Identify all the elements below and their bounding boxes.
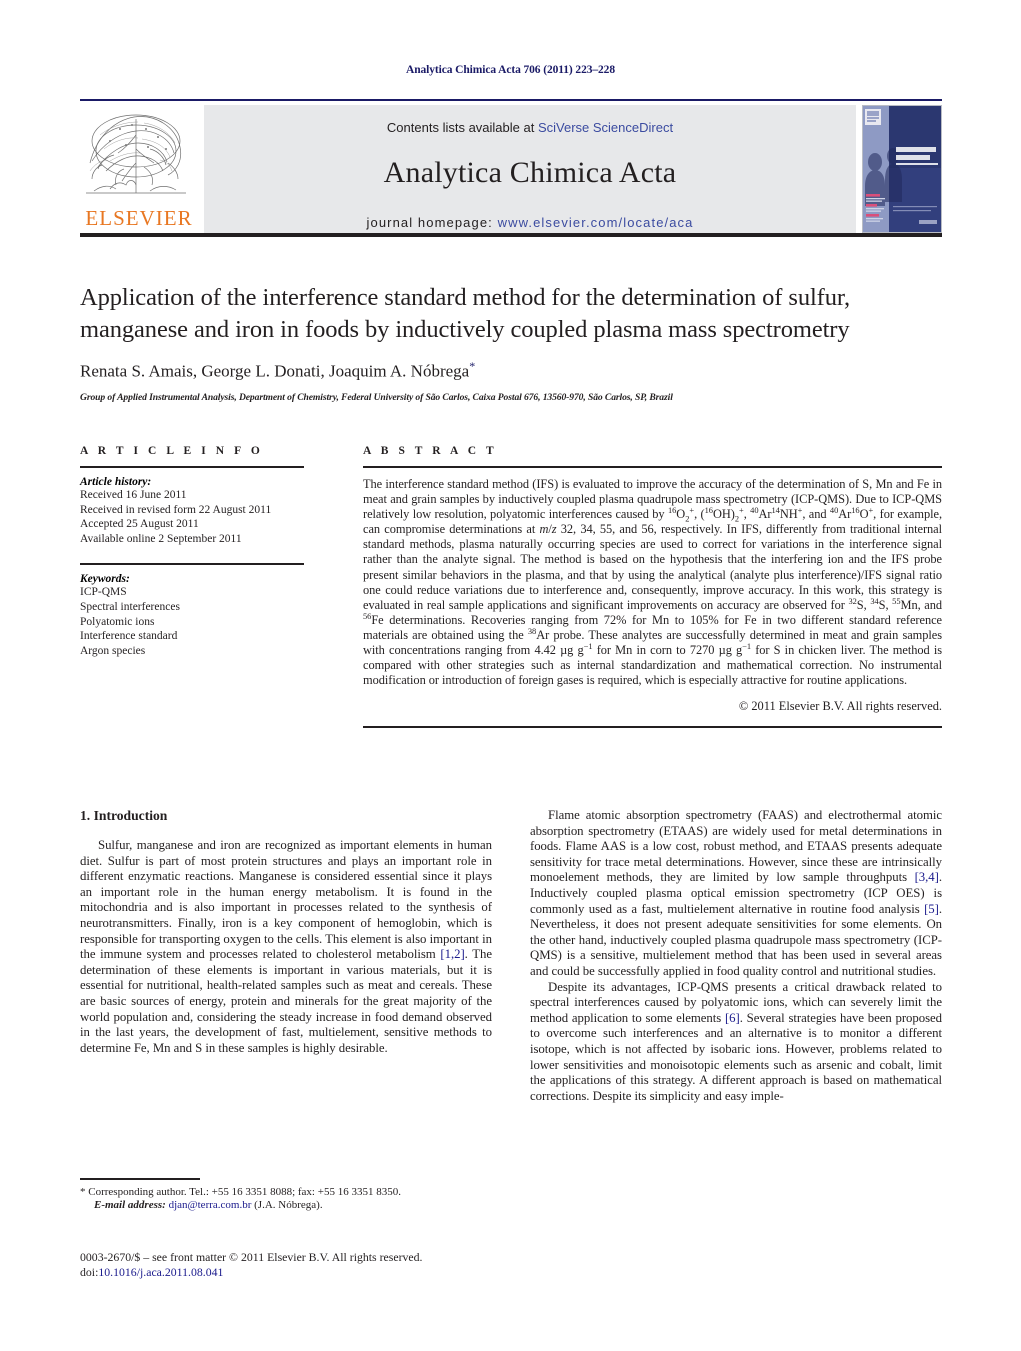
article-history-item: Available online 2 September 2011: [80, 532, 242, 545]
keywords-rule: [80, 563, 304, 566]
doi-line: doi:10.1016/j.aca.2011.08.041: [80, 1265, 510, 1280]
citation-ref[interactable]: [6]: [725, 1011, 740, 1025]
journal-band: Contents lists available at SciVerse Sci…: [204, 105, 856, 233]
page-title: Application of the interference standard…: [80, 284, 850, 343]
paper-page: Analytica Chimica Acta 706 (2011) 223–22…: [0, 0, 1021, 1351]
abstract-copyright: © 2011 Elsevier B.V. All rights reserved…: [738, 699, 942, 714]
masthead-top-rule: [80, 99, 942, 101]
abstract-bottom-rule: [363, 726, 942, 729]
email-link[interactable]: djan@terra.com.br: [169, 1199, 252, 1211]
article-info-column: A R T I C L E I N F O Article history: R…: [80, 445, 304, 658]
intro-paragraph-right-1: Flame atomic absorption spectrometry (FA…: [530, 808, 942, 980]
citation-ref[interactable]: [3,4]: [915, 870, 939, 884]
keywords-label: Keywords:: [80, 573, 130, 586]
email-suffix: (J.A. Nóbrega).: [254, 1199, 323, 1212]
intro-paragraph-right-2: Despite its advantages, ICP-QMS presents…: [530, 980, 942, 1105]
issn-line: 0003-2670/$ – see front matter © 2011 El…: [80, 1250, 423, 1264]
body-column-right: Flame atomic absorption spectrometry (FA…: [530, 808, 942, 1104]
article-history-item: Received 16 June 2011: [80, 489, 187, 501]
elsevier-logo: ELSEVIER: [80, 105, 200, 233]
homepage-url-link[interactable]: www.elsevier.com/locate/aca: [498, 215, 694, 230]
elsevier-wordmark: ELSEVIER: [85, 206, 193, 230]
corresponding-author-note: * Corresponding author. Tel.: +55 16 335…: [80, 1185, 401, 1198]
issn-doi-block: 0003-2670/$ – see front matter © 2011 El…: [80, 1250, 510, 1280]
article-history-item: Received in revised form 22 August 2011: [80, 503, 272, 516]
journal-title: Analytica Chimica Acta: [383, 156, 677, 189]
citation-ref[interactable]: [5]: [924, 902, 939, 916]
email-label: E-mail address:: [94, 1199, 166, 1212]
article-info-rule: [80, 466, 304, 468]
homepage-prefix: journal homepage:: [366, 215, 498, 230]
citation-ref[interactable]: [1,2]: [440, 947, 464, 961]
doi-link[interactable]: 10.1016/j.aca.2011.08.041: [98, 1265, 223, 1279]
journal-cover-thumbnail: [862, 105, 942, 233]
keyword-item: Interference standard: [80, 630, 178, 643]
doi-label: doi:: [80, 1265, 99, 1279]
abstract-text: The interference standard method (IFS) i…: [363, 477, 943, 688]
corresponding-author-marker: *: [469, 359, 476, 373]
footnote-rule: [80, 1178, 200, 1180]
footnote-area: * Corresponding author. Tel.: +55 16 335…: [80, 1178, 492, 1213]
intro-paragraph-left: Sulfur, manganese and iron are recognize…: [80, 838, 492, 1056]
intro-left-text-a: Sulfur, manganese and iron are recognize…: [80, 838, 492, 962]
elsevier-tree-icon: [80, 105, 192, 205]
abstract-heading: A B S T R A C T: [363, 445, 498, 457]
journal-homepage-line: journal homepage: www.elsevier.com/locat…: [204, 215, 856, 230]
journal-cover-art: [863, 106, 941, 232]
section-heading-introduction: 1. Introduction: [80, 808, 168, 823]
article-info-heading: A R T I C L E I N F O: [80, 445, 264, 457]
keyword-item: Argon species: [80, 644, 146, 657]
email-note: E-mail address: djan@terra.com.br (J.A. …: [80, 1199, 492, 1213]
title-block: Application of the interference standard…: [80, 282, 942, 403]
contents-available-line: Contents lists available at SciVerse Sci…: [204, 105, 856, 135]
affiliation: Group of Applied Instrumental Analysis, …: [80, 391, 673, 403]
abstract-rule: [363, 466, 942, 468]
abstract-column: A B S T R A C T The interference standar…: [363, 445, 943, 729]
intro-left-text-b: . The determination of these elements is…: [80, 947, 492, 1055]
keyword-item: ICP-QMS: [80, 586, 127, 599]
right-p1-a: Flame atomic absorption spectrometry (FA…: [530, 808, 942, 885]
masthead-body: ELSEVIER Contents lists available at Sci…: [80, 105, 942, 233]
author-names: Renata S. Amais, George L. Donati, Joaqu…: [80, 361, 470, 381]
masthead-bottom-rule: [80, 233, 942, 237]
keyword-item: Spectral interferences: [80, 600, 180, 613]
keyword-item: Polyatomic ions: [80, 615, 155, 628]
article-history-label: Article history:: [80, 476, 152, 488]
running-head: Analytica Chimica Acta 706 (2011) 223–22…: [406, 64, 615, 76]
elsevier-tree-svg: [86, 114, 186, 194]
sciencedirect-link[interactable]: SciVerse ScienceDirect: [538, 120, 673, 135]
author-list: Renata S. Amais, George L. Donati, Joaqu…: [80, 359, 942, 382]
contents-prefix: Contents lists available at: [386, 120, 538, 135]
journal-masthead: ELSEVIER Contents lists available at Sci…: [80, 99, 942, 233]
body-column-left: 1. Introduction Sulfur, manganese and ir…: [80, 808, 492, 1056]
article-history-item: Accepted 25 August 2011: [80, 518, 199, 531]
